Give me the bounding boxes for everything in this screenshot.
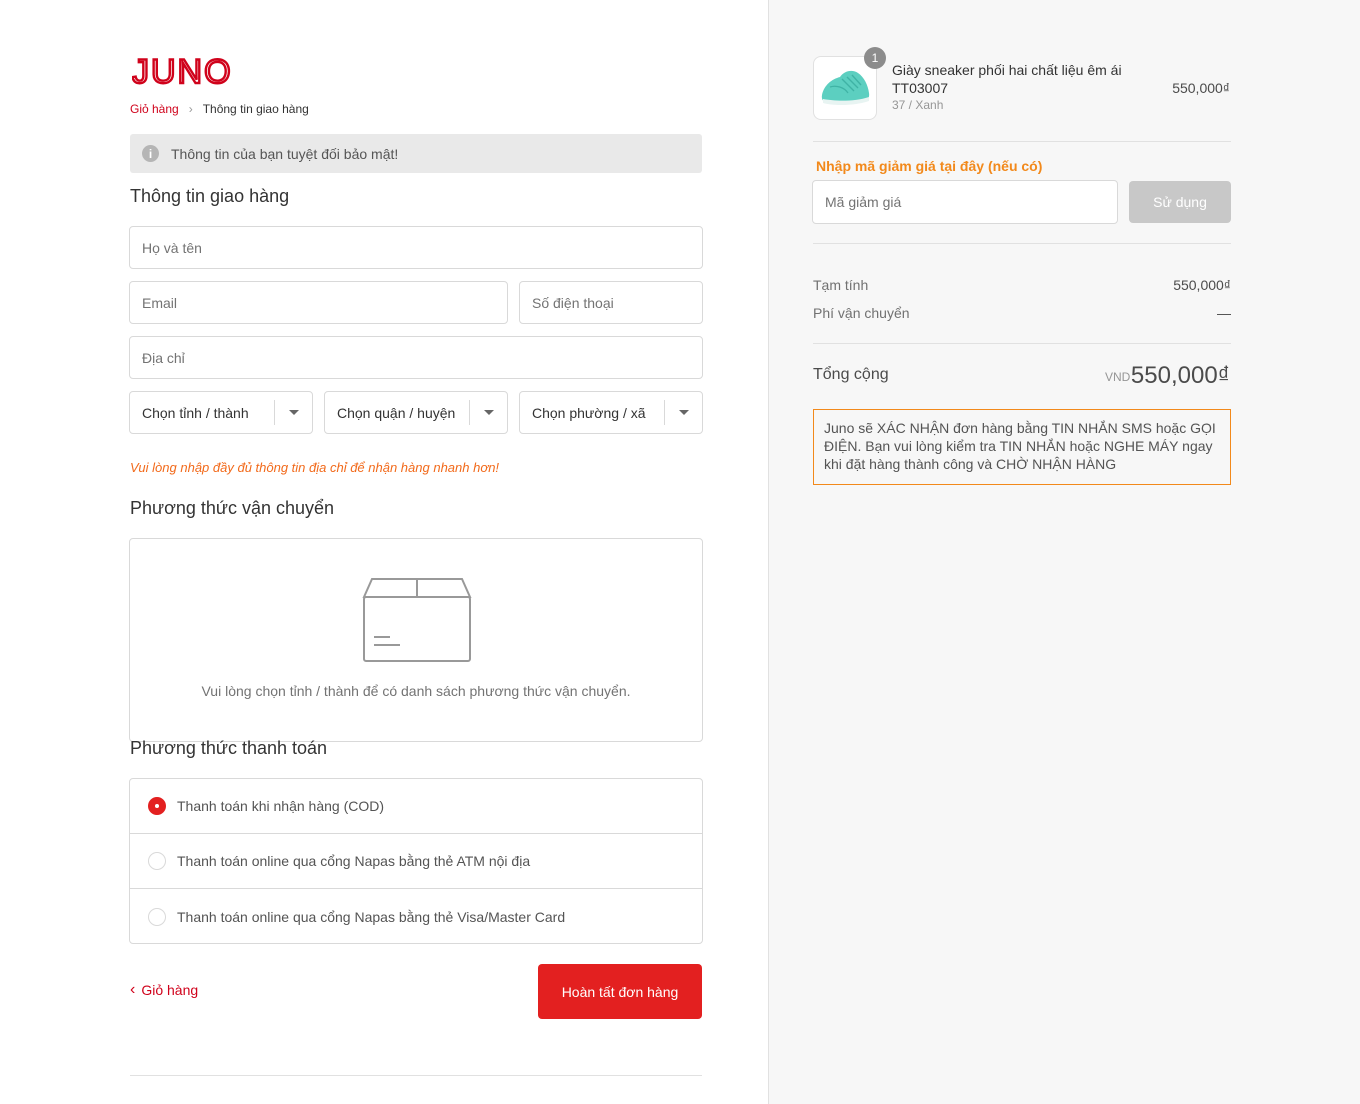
district-select-value: Chọn quận / huyện	[337, 404, 456, 421]
payment-method-list: Thanh toán khi nhận hàng (COD) Thanh toá…	[129, 778, 703, 944]
ward-select-value: Chọn phường / xã	[532, 404, 646, 421]
subtotal-row: Tạm tính 550,000₫	[813, 277, 1231, 293]
checkout-form-panel: JUNO Giỏ hàng › Thông tin giao hàng i Th…	[0, 0, 768, 1104]
chevron-left-icon: ‹	[130, 981, 136, 998]
discount-code-input[interactable]: Mã giảm giá	[812, 180, 1118, 224]
subtotal-value: 550,000₫	[1173, 277, 1231, 293]
province-select[interactable]: Chọn tỉnh / thành	[129, 391, 313, 434]
fullname-field[interactable]: Họ và tên	[129, 226, 703, 269]
subtotal-label: Tạm tính	[813, 277, 869, 293]
back-to-cart-link[interactable]: ‹ Giỏ hàng	[130, 981, 199, 999]
payment-option-label: Thanh toán online qua cổng Napas bằng th…	[177, 853, 531, 869]
breadcrumb-current: Thông tin giao hàng	[202, 102, 309, 116]
svg-text:JUNO: JUNO	[132, 56, 233, 86]
email-field[interactable]: Email	[129, 281, 508, 324]
breadcrumb-cart-link[interactable]: Giỏ hàng	[130, 102, 179, 116]
payment-option-atm[interactable]: Thanh toán online qua cổng Napas bằng th…	[130, 834, 702, 889]
address-hint: Vui lòng nhập đầy đủ thông tin địa chỉ đ…	[130, 460, 500, 475]
chevron-down-icon	[664, 400, 702, 425]
shipping-fee-row: Phí vận chuyển —	[813, 305, 1231, 321]
order-summary-panel: 1 Giày sneaker phối hai chất liệu êm ái …	[768, 0, 1360, 1104]
shipping-method-empty-message: Vui lòng chọn tỉnh / thành để có danh sá…	[201, 683, 631, 699]
security-notice-text: Thông tin của bạn tuyệt đối bảo mật!	[171, 145, 399, 162]
order-confirmation-note: Juno sẽ XÁC NHẬN đơn hàng bằng TIN NHẮN …	[813, 409, 1231, 485]
payment-option-visa[interactable]: Thanh toán online qua cổng Napas bằng th…	[130, 889, 702, 944]
quantity-badge: 1	[864, 47, 886, 69]
address-field[interactable]: Địa chỉ	[129, 336, 703, 379]
province-select-value: Chọn tỉnh / thành	[142, 404, 249, 421]
payment-method-title: Phương thức thanh toán	[130, 738, 328, 758]
shipping-method-box: Vui lòng chọn tỉnh / thành để có danh sá…	[129, 538, 703, 742]
ward-select[interactable]: Chọn phường / xã	[519, 391, 703, 434]
total-currency: VND	[1105, 370, 1131, 384]
product-price: 550,000₫	[1172, 80, 1230, 96]
payment-option-cod[interactable]: Thanh toán khi nhận hàng (COD)	[130, 779, 702, 834]
info-icon: i	[142, 145, 159, 162]
product-name: Giày sneaker phối hai chất liệu êm ái TT…	[892, 62, 1122, 96]
back-to-cart-label: Giỏ hàng	[141, 982, 199, 998]
chevron-down-icon	[274, 400, 312, 425]
complete-order-button[interactable]: Hoàn tất đơn hàng	[538, 964, 702, 1019]
shipping-method-title: Phương thức vận chuyển	[130, 498, 335, 518]
apply-discount-button[interactable]: Sử dụng	[1129, 181, 1231, 223]
shipping-fee-label: Phí vận chuyển	[813, 305, 910, 321]
divider	[813, 141, 1231, 142]
radio-button[interactable]	[148, 907, 166, 926]
payment-option-label: Thanh toán khi nhận hàng (COD)	[177, 798, 385, 814]
total-value: 550,000₫	[1130, 362, 1230, 389]
breadcrumb: Giỏ hàng › Thông tin giao hàng	[130, 102, 309, 116]
juno-logo[interactable]: JUNO	[131, 52, 268, 92]
chevron-right-icon: ›	[188, 102, 193, 116]
footer-divider	[130, 1075, 702, 1076]
divider	[813, 243, 1231, 244]
shipping-info-title: Thông tin giao hàng	[130, 186, 290, 206]
total-label: Tổng cộng	[813, 366, 889, 383]
sneaker-image	[821, 70, 870, 106]
district-select[interactable]: Chọn quận / huyện	[324, 391, 508, 434]
radio-button[interactable]	[148, 797, 166, 815]
radio-button[interactable]	[148, 852, 166, 870]
phone-field[interactable]: Số điện thoại	[519, 281, 703, 324]
shipping-fee-value: —	[1217, 305, 1231, 321]
divider	[813, 343, 1231, 344]
package-icon	[362, 578, 472, 662]
discount-label: Nhập mã giảm giá tại đây (nếu có)	[816, 158, 1043, 174]
product-thumbnail: 1	[813, 47, 886, 120]
payment-option-label: Thanh toán online qua cổng Napas bằng th…	[177, 908, 566, 925]
product-variant: 37 / Xanh	[892, 98, 944, 112]
security-notice: i Thông tin của bạn tuyệt đối bảo mật!	[130, 134, 702, 173]
chevron-down-icon	[469, 400, 507, 425]
